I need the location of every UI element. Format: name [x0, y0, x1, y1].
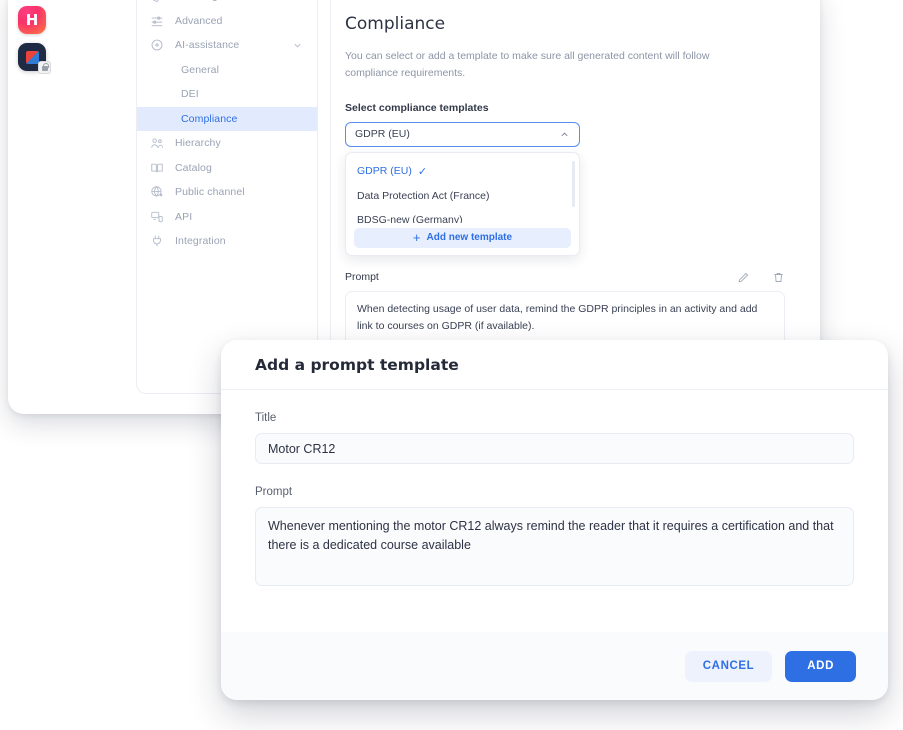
sidebar-item-label: Hierarchy [175, 137, 221, 149]
modal-title: Add a prompt template [255, 356, 459, 374]
title-field-label: Title [255, 412, 854, 424]
sidebar-item-label: Branding [175, 0, 218, 2]
compliance-template-select[interactable]: GDPR (EU) [345, 122, 580, 147]
sidebar-item-label: Public channel [175, 186, 245, 198]
plus-icon: + [413, 231, 421, 244]
trash-icon[interactable] [772, 271, 785, 284]
page-description: You can select or add a template to make… [345, 48, 755, 82]
app-icon-stack: H [18, 6, 62, 71]
add-new-template-label: Add new template [427, 232, 513, 243]
lock-icon [38, 61, 51, 74]
sidebar-item-hierarchy[interactable]: Hierarchy [137, 131, 317, 156]
globe-share-icon [150, 185, 164, 199]
sidebar-item-integration[interactable]: Integration [137, 229, 317, 254]
title-input-value: Motor CR12 [268, 442, 335, 456]
prompt-field-label: Prompt [255, 486, 854, 498]
modal-header: Add a prompt template [221, 340, 888, 390]
template-dropdown-list: GDPR (EU) ✓ Data Protection Act (France)… [345, 152, 580, 256]
select-templates-label: Select compliance templates [345, 102, 798, 114]
sidebar-item-compliance[interactable]: Compliance [137, 107, 317, 132]
sidebar-item-label: AI-assistance [175, 39, 239, 51]
sidebar-item-general[interactable]: General [137, 58, 317, 83]
plug-icon [150, 234, 164, 248]
add-button[interactable]: ADD [785, 651, 856, 682]
add-new-template-button[interactable]: + Add new template [354, 228, 571, 248]
api-terminal-icon [150, 210, 164, 224]
sidebar-item-advanced[interactable]: Advanced [137, 9, 317, 34]
title-input[interactable]: Motor CR12 [255, 433, 854, 464]
selected-template-value: GDPR (EU) [355, 128, 410, 140]
sidebar-item-public-channel[interactable]: Public channel [137, 180, 317, 205]
dropdown-option-label: Data Protection Act (France) [357, 190, 489, 202]
prompt-header-row: Prompt [345, 271, 785, 284]
sidebar-item-label: Advanced [175, 15, 223, 27]
hub-logo-glyph: H [26, 13, 39, 28]
modal-body: Title Motor CR12 Prompt Whenever mention… [221, 390, 888, 586]
settings-sidebar: Branding Advanced [136, 0, 318, 394]
hub-logo-icon[interactable]: H [18, 6, 46, 34]
app-icon-inner-square [26, 51, 39, 64]
pencil-icon[interactable] [737, 271, 750, 284]
screenshot-root: Branding Advanced [0, 0, 903, 730]
prompt-label: Prompt [345, 271, 379, 283]
sidebar-item-label: Catalog [175, 162, 212, 174]
locked-app-icon[interactable] [18, 43, 46, 71]
book-icon [150, 161, 164, 175]
check-icon: ✓ [418, 165, 427, 178]
palette-icon [150, 0, 164, 3]
prompt-actions [737, 271, 785, 284]
dropdown-option-dpa-france[interactable]: Data Protection Act (France) [346, 184, 579, 208]
sidebar-item-label: DEI [181, 88, 199, 100]
add-prompt-template-modal: Add a prompt template Title Motor CR12 P… [221, 340, 888, 700]
sidebar-item-label: Integration [175, 235, 226, 247]
sidebar-item-api[interactable]: API [137, 205, 317, 230]
chevron-down-icon[interactable] [292, 40, 303, 51]
cancel-button[interactable]: CANCEL [685, 651, 773, 682]
chevron-up-icon[interactable] [559, 129, 570, 140]
dropdown-scrollbar[interactable] [572, 161, 576, 207]
sidebar-item-catalog[interactable]: Catalog [137, 156, 317, 181]
sidebar-item-ai-assistance[interactable]: AI-assistance [137, 33, 317, 58]
sidebar-item-label: Compliance [181, 113, 237, 125]
prompt-textarea[interactable]: Whenever mentioning the motor CR12 alway… [255, 507, 854, 586]
dropdown-footer: + Add new template [346, 223, 579, 255]
sidebar-item-dei[interactable]: DEI [137, 82, 317, 107]
people-icon [150, 136, 164, 150]
ai-sparkle-icon [150, 38, 164, 52]
dropdown-option-label: GDPR (EU) [357, 165, 412, 177]
sidebar-item-label: API [175, 211, 192, 223]
modal-footer: CANCEL ADD [221, 632, 888, 700]
sidebar-item-label: General [181, 64, 219, 76]
dropdown-option-gdpr[interactable]: GDPR (EU) ✓ [346, 159, 579, 184]
page-title: Compliance [345, 14, 798, 34]
sliders-icon [150, 14, 164, 28]
sidebar-item-branding[interactable]: Branding [137, 0, 317, 9]
